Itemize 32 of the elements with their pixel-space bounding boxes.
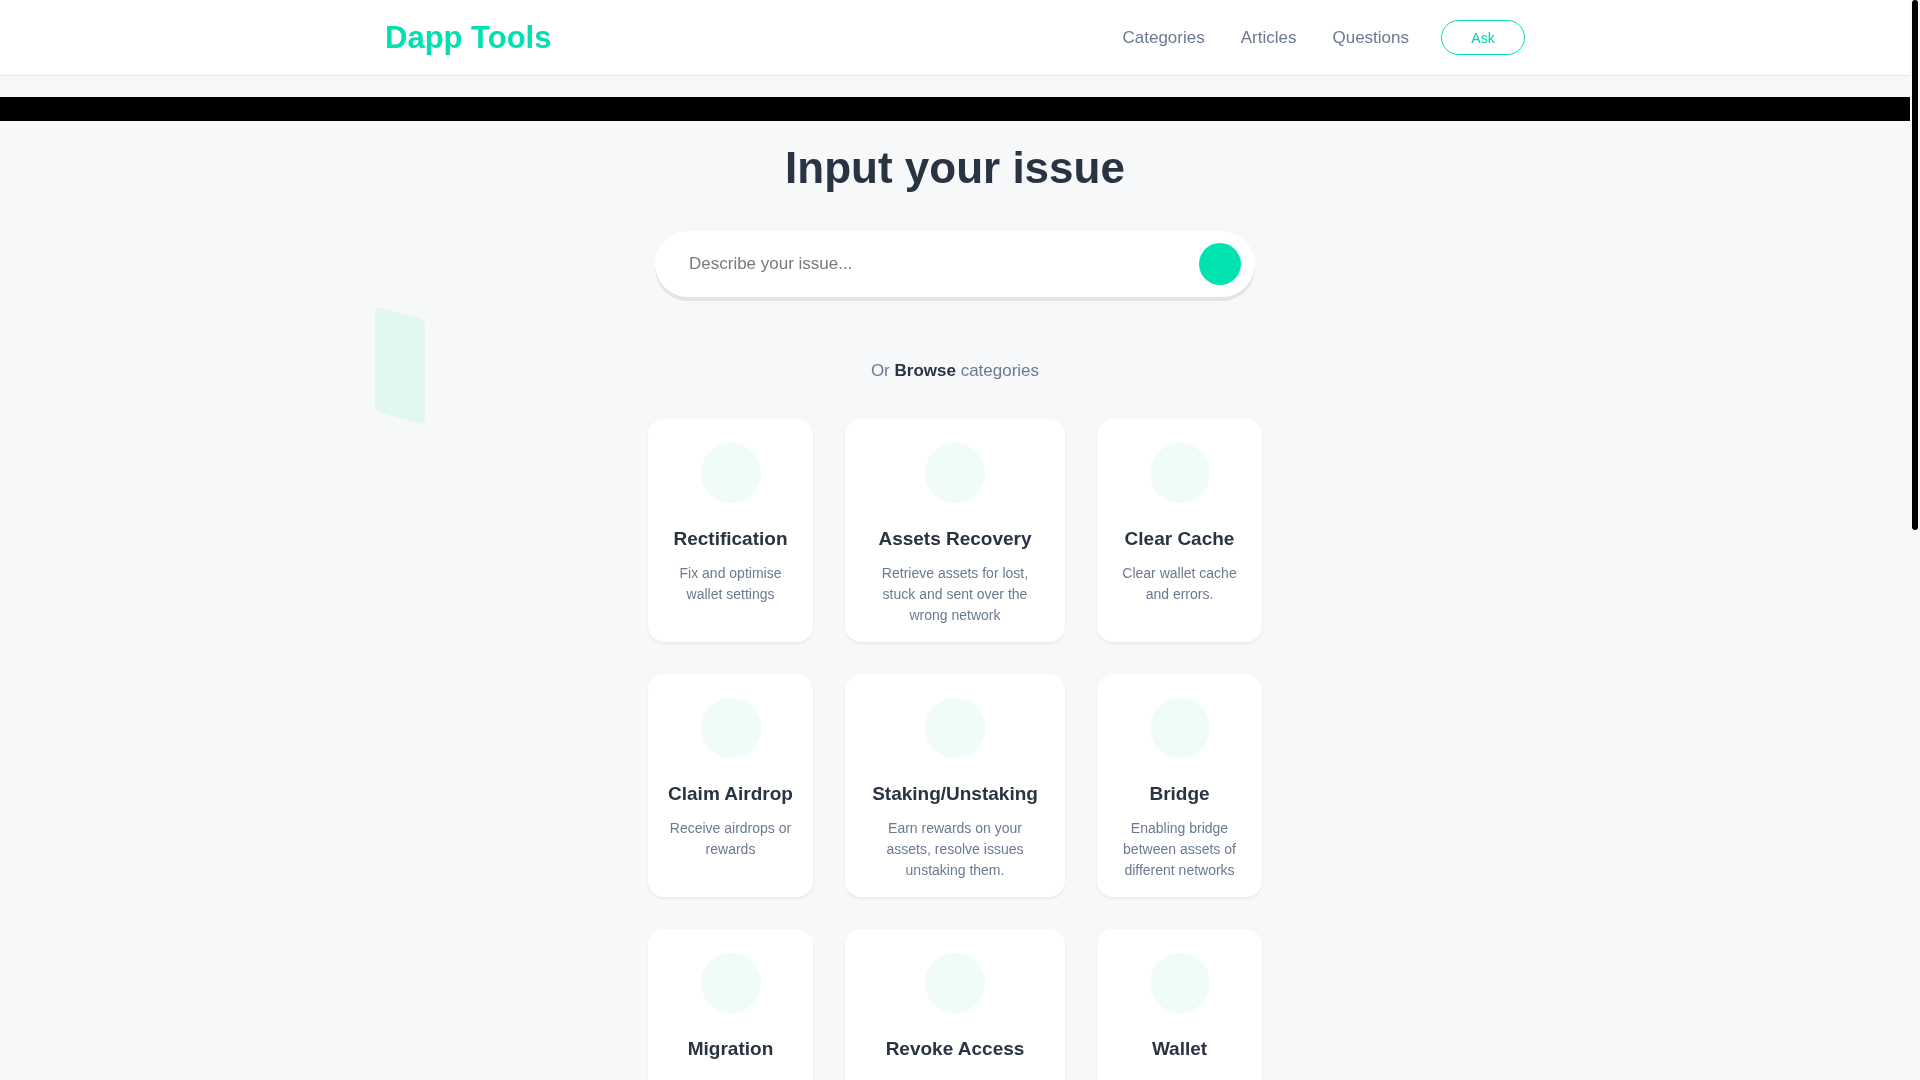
card-description: Retrieve assets for lost, stuck and sent over the wrong network [880,564,1030,625]
card-description: Receive airdrops or rewards [668,819,793,859]
category-card[interactable]: Staking/Unstaking Earn rewards on your assets, resolve issues unstaking them. [845,674,1065,897]
card-title: Claim Airdrop [668,782,793,806]
category-card[interactable]: Bridge Enabling bridge between assets of different networks [1097,674,1262,897]
category-card[interactable]: Migration [648,929,813,1080]
card-title: Rectification [673,527,788,551]
category-card[interactable]: Rectification Fix and optimise wallet settings [648,419,813,642]
card-title: Staking/Unstaking [872,782,1038,806]
card-title: Wallet [1151,1037,1208,1061]
card-description: Fix and optimise wallet settings [678,564,783,604]
card-description: Enabling bridge between assets of different networks [1122,819,1237,880]
card-title: Clear Cache [1124,527,1235,551]
nav-link[interactable]: Articles [1240,27,1297,48]
category-card[interactable]: Claim Airdrop Receive airdrops or rewards [648,674,813,897]
category-card[interactable]: Revoke Access [845,929,1065,1080]
card-description: Clear wallet cache and errors. [1121,564,1238,604]
card-title: Assets Recovery [878,527,1032,551]
search-button[interactable] [1199,243,1241,285]
card-description: Earn rewards on your assets, resolve issues unstaking them. [885,819,1025,880]
category-card[interactable]: Wallet [1097,929,1262,1080]
browse-text: Or Browse categories [870,361,1040,381]
page-heading: Input your issue [785,143,1125,193]
nav-link[interactable]: Questions [1332,27,1409,48]
card-title: Migration [687,1037,774,1061]
card-title: Revoke Access [885,1037,1025,1061]
category-card[interactable]: Assets Recovery Retrieve assets for lost, stuck and sent over the wrong network [845,419,1065,642]
search-input[interactable]: Describe your issue... [687,253,1199,275]
scrollbar-thumb[interactable] [1912,0,1918,530]
category-card[interactable]: Clear Cache Clear wallet cache and errors. [1097,419,1262,642]
card-title: Bridge [1149,782,1210,806]
nav-link[interactable]: Categories [1122,27,1205,48]
